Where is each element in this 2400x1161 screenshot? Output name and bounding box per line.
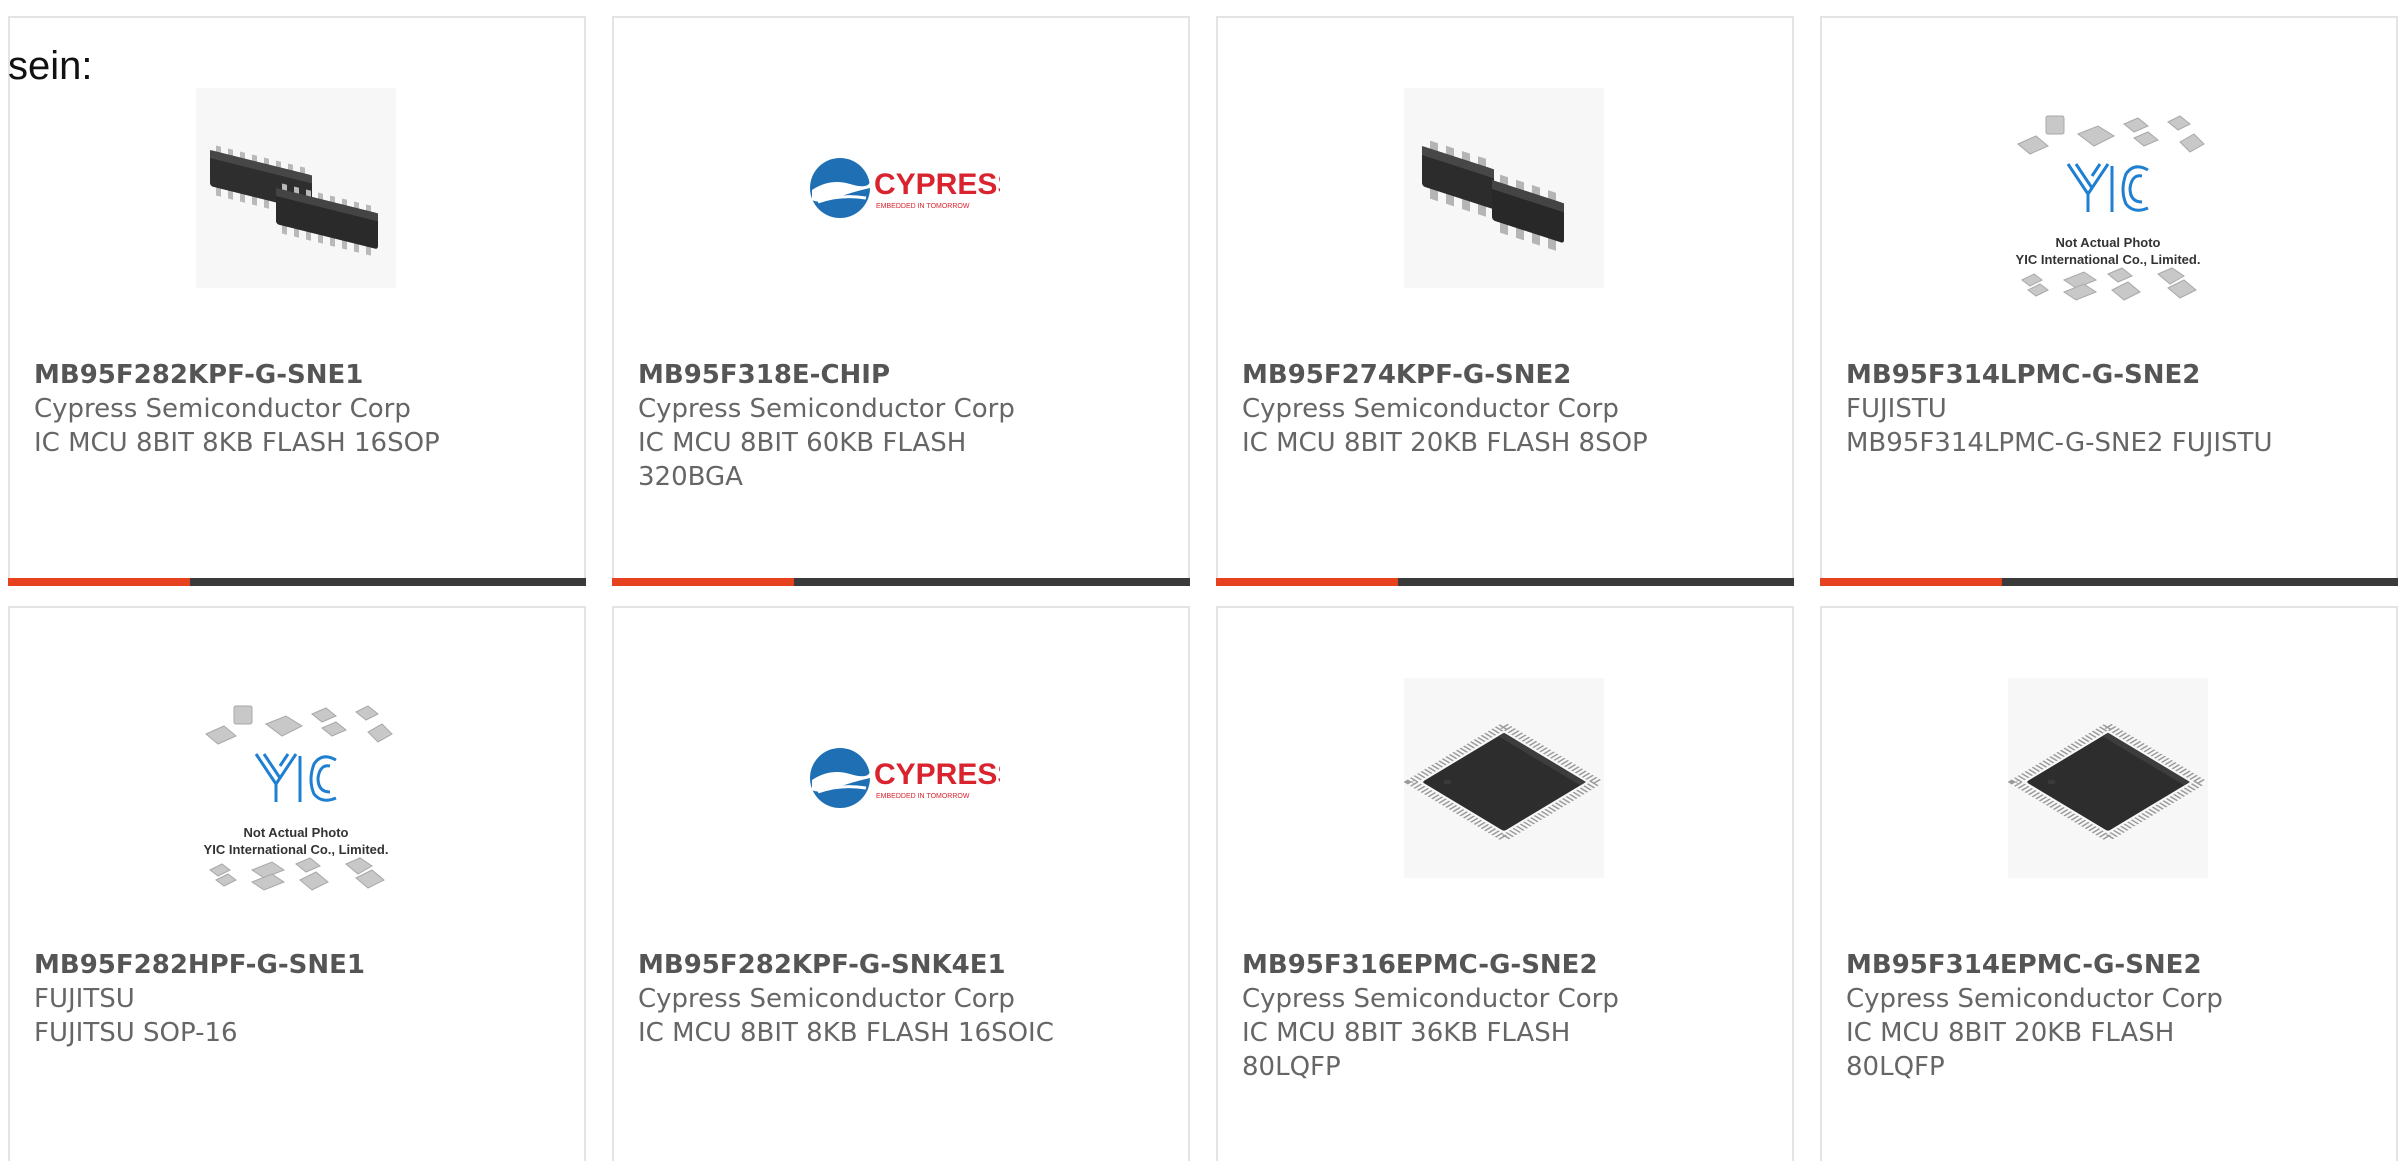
svg-text:Not Actual Photo: Not Actual Photo — [244, 825, 349, 840]
card-bottom-bar — [1216, 578, 1794, 586]
manufacturer: Cypress Semiconductor Corp — [1846, 984, 2223, 1014]
manufacturer: FUJITSU — [34, 984, 135, 1014]
yic-placeholder-icon: Not Actual Photo YIC International Co., … — [204, 694, 396, 894]
product-info: MB95F314EPMC-G-SNE2 Cypress Semiconducto… — [1846, 948, 2376, 1084]
lqfp80-chip-photo-icon — [1404, 678, 1604, 878]
product-image[interactable]: Not Actual Photo YIC International Co., … — [2008, 104, 2208, 304]
cypress-logo-icon: CYPRESS EMBEDDED IN TOMORROW — [800, 88, 1000, 288]
product-image[interactable] — [2008, 678, 2208, 878]
svg-text:EMBEDDED IN TOMORROW: EMBEDDED IN TOMORROW — [876, 793, 970, 800]
product-card[interactable]: MB95F274KPF-G-SNE2 Cypress Semiconductor… — [1216, 16, 1794, 586]
description: IC MCU 8BIT 20KB FLASH 80LQFP — [1846, 1018, 2175, 1082]
product-image[interactable]: CYPRESS EMBEDDED IN TOMORROW — [800, 678, 1000, 878]
description: IC MCU 8BIT 60KB FLASH 320BGA — [638, 428, 967, 492]
part-number-link[interactable]: MB95F282HPF-G-SNE1 — [34, 948, 564, 982]
description: IC MCU 8BIT 8KB FLASH 16SOP — [34, 428, 440, 458]
product-image[interactable]: Not Actual Photo YIC International Co., … — [196, 694, 396, 894]
product-card[interactable]: Not Actual Photo YIC International Co., … — [8, 606, 586, 1161]
manufacturer: Cypress Semiconductor Corp — [638, 394, 1015, 424]
card-bottom-bar — [612, 578, 1190, 586]
intro-text: sein: — [8, 44, 93, 88]
product-info: MB95F314LPMC-G-SNE2 FUJISTU MB95F314LPMC… — [1846, 358, 2376, 460]
product-info: MB95F274KPF-G-SNE2 Cypress Semiconductor… — [1242, 358, 1772, 460]
sop8-chip-photo-icon — [1404, 88, 1604, 288]
product-image[interactable] — [1404, 88, 1604, 288]
product-info: MB95F282HPF-G-SNE1 FUJITSU FUJITSU SOP-1… — [34, 948, 564, 1050]
product-card[interactable]: MB95F282KPF-G-SNE1 Cypress Semiconductor… — [8, 16, 586, 586]
product-image[interactable]: CYPRESS EMBEDDED IN TOMORROW — [800, 88, 1000, 288]
svg-text:EMBEDDED IN TOMORROW: EMBEDDED IN TOMORROW — [876, 203, 970, 210]
manufacturer: FUJISTU — [1846, 394, 1947, 424]
description: MB95F314LPMC-G-SNE2 FUJISTU — [1846, 428, 2273, 458]
manufacturer: Cypress Semiconductor Corp — [638, 984, 1015, 1014]
product-card[interactable]: MB95F316EPMC-G-SNE2 Cypress Semiconducto… — [1216, 606, 1794, 1161]
yic-placeholder-icon: Not Actual Photo YIC International Co., … — [2016, 104, 2208, 304]
svg-text:YIC International Co., Limited: YIC International Co., Limited. — [204, 842, 389, 857]
sop16-chip-photo-icon — [196, 88, 396, 288]
product-card[interactable]: CYPRESS EMBEDDED IN TOMORROW MB95F318E-C… — [612, 16, 1190, 586]
product-info: MB95F316EPMC-G-SNE2 Cypress Semiconducto… — [1242, 948, 1772, 1084]
description: IC MCU 8BIT 8KB FLASH 16SOIC — [638, 1018, 1054, 1048]
part-number-link[interactable]: MB95F314LPMC-G-SNE2 — [1846, 358, 2376, 392]
part-number-link[interactable]: MB95F314EPMC-G-SNE2 — [1846, 948, 2376, 982]
description: IC MCU 8BIT 36KB FLASH 80LQFP — [1242, 1018, 1571, 1082]
manufacturer: Cypress Semiconductor Corp — [34, 394, 411, 424]
card-bottom-bar — [8, 578, 586, 586]
product-image[interactable] — [196, 88, 396, 288]
part-number-link[interactable]: MB95F318E-CHIP — [638, 358, 1168, 392]
card-bottom-bar — [1820, 578, 2398, 586]
cypress-logo-icon: CYPRESS EMBEDDED IN TOMORROW — [800, 678, 1000, 878]
svg-text:Not Actual Photo: Not Actual Photo — [2056, 235, 2161, 250]
svg-text:YIC International Co., Limited: YIC International Co., Limited. — [2016, 252, 2201, 267]
card-bar-accent — [612, 578, 794, 586]
manufacturer: Cypress Semiconductor Corp — [1242, 984, 1619, 1014]
part-number-link[interactable]: MB95F274KPF-G-SNE2 — [1242, 358, 1772, 392]
card-bar-accent — [1216, 578, 1398, 586]
lqfp80-chip-photo-icon — [2008, 678, 2208, 878]
description: IC MCU 8BIT 20KB FLASH 8SOP — [1242, 428, 1648, 458]
description: FUJITSU SOP-16 — [34, 1018, 238, 1048]
product-card[interactable]: MB95F314EPMC-G-SNE2 Cypress Semiconducto… — [1820, 606, 2398, 1161]
product-card[interactable]: CYPRESS EMBEDDED IN TOMORROW MB95F282KPF… — [612, 606, 1190, 1161]
product-grid-page: sein: MB95F282KPF-G-SNE1 Cypress Semicon… — [0, 0, 2400, 1161]
card-bar-accent — [1820, 578, 2002, 586]
product-info: MB95F318E-CHIP Cypress Semiconductor Cor… — [638, 358, 1168, 494]
svg-text:CYPRESS: CYPRESS — [874, 168, 1000, 201]
part-number-link[interactable]: MB95F282KPF-G-SNE1 — [34, 358, 564, 392]
product-card[interactable]: Not Actual Photo YIC International Co., … — [1820, 16, 2398, 586]
card-bar-accent — [8, 578, 190, 586]
svg-text:CYPRESS: CYPRESS — [874, 758, 1000, 791]
manufacturer: Cypress Semiconductor Corp — [1242, 394, 1619, 424]
product-info: MB95F282KPF-G-SNE1 Cypress Semiconductor… — [34, 358, 564, 460]
product-info: MB95F282KPF-G-SNK4E1 Cypress Semiconduct… — [638, 948, 1168, 1050]
part-number-link[interactable]: MB95F316EPMC-G-SNE2 — [1242, 948, 1772, 982]
part-number-link[interactable]: MB95F282KPF-G-SNK4E1 — [638, 948, 1168, 982]
product-image[interactable] — [1404, 678, 1604, 878]
